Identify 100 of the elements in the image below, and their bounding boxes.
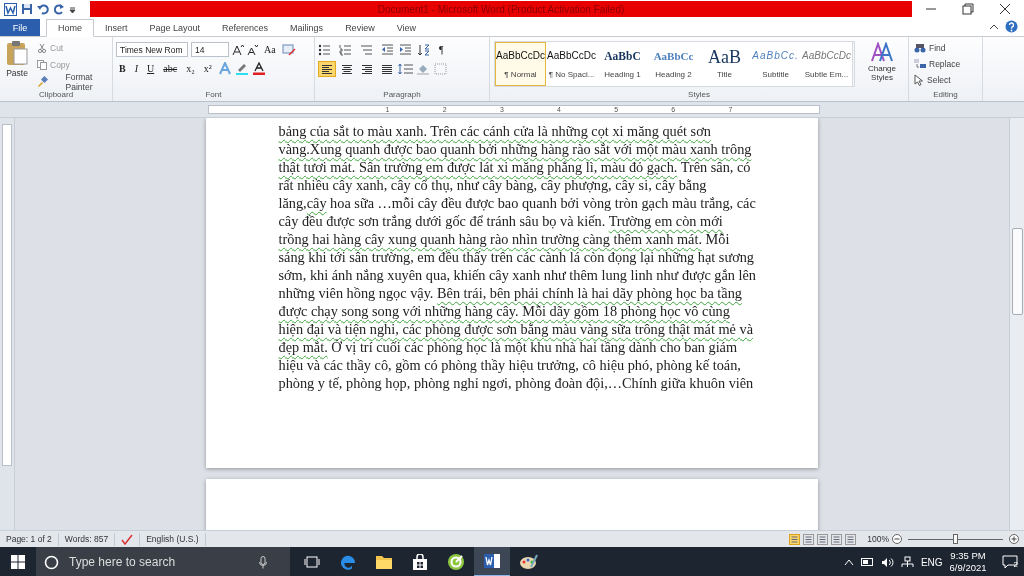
full-screen-icon[interactable] — [803, 533, 815, 545]
web-layout-icon[interactable] — [817, 533, 829, 545]
zoom-out-icon[interactable] — [892, 534, 902, 544]
ribbon-tab[interactable]: View — [385, 19, 427, 36]
ribbon-tab[interactable]: References — [211, 19, 280, 36]
style-option[interactable]: AaBbC Heading 1 — [597, 42, 648, 86]
group-label: Clipboard — [37, 90, 75, 101]
redo-icon[interactable] — [53, 3, 65, 15]
text-line: lăng,cây hoa sữa …mỗi cây đều được bao quanh bởi vòng tròn gạch màu trắng, các — [278, 194, 757, 212]
help-icon[interactable] — [1005, 20, 1018, 33]
change-styles-button[interactable]: Change Styles — [859, 42, 905, 90]
text-line: những viên hồng ngọc vậy. Bên trái, bên phải chính là hai dãy phòng học ba tầng — [278, 284, 743, 302]
alignment-icon — [341, 64, 353, 75]
edge-icon — [339, 553, 357, 571]
palette-icon — [518, 553, 538, 571]
style-option[interactable]: AaBbCc Heading 2 — [648, 42, 699, 86]
ribbon-tab[interactable]: Insert — [94, 19, 139, 36]
clock-date[interactable]: 6/9/2021 — [949, 562, 987, 574]
font-name-field[interactable]: Times New Rom — [116, 42, 188, 57]
increase-indent-icon[interactable] — [399, 43, 412, 56]
network-icon[interactable] — [900, 556, 914, 568]
text-line: đẹp mắt. Ở vị trí cuối các phòng học là một khu nhà hai tầng dành cho ban giám — [278, 338, 739, 356]
proofing-icon[interactable] — [121, 533, 134, 545]
ribbon-tab[interactable]: Review — [334, 19, 386, 36]
decrease-indent-icon[interactable] — [381, 43, 394, 56]
draft-icon[interactable] — [845, 533, 857, 545]
format-button[interactable]: U — [144, 61, 158, 76]
ribbon-tab[interactable]: Mailings — [279, 19, 335, 36]
change-case-button[interactable]: Aa — [261, 42, 279, 57]
font-size-field[interactable]: 14 — [191, 42, 229, 57]
style-option[interactable]: AaBbCcDc ¶ Normal — [495, 42, 546, 86]
align-button[interactable] — [318, 61, 336, 77]
font-color-icon[interactable] — [251, 62, 266, 75]
notification-icon[interactable] — [1001, 555, 1018, 569]
text-line: được chạy song song với những hàng cây. Mỗi dãy gồm 18 phòng học vô cùng — [278, 302, 731, 320]
notification-count: 2 — [1013, 560, 1018, 569]
speaker-icon[interactable] — [880, 556, 894, 568]
ribbon-tab[interactable]: File — [0, 19, 40, 36]
document-page[interactable] — [205, 118, 818, 468]
format-button[interactable]: abc — [160, 61, 181, 76]
close-icon[interactable] — [999, 3, 1012, 15]
circle-app-icon — [447, 553, 465, 571]
text-line: cây đều được sơn trắng dưới gốc để tránh sâu bọ và kiến. Trường em còn mới — [278, 212, 724, 230]
zoom-level[interactable]: 100% — [867, 534, 889, 544]
language-indicator[interactable]: English (U.S.) — [140, 532, 206, 546]
ribbon-tab[interactable]: Page Layout — [138, 19, 212, 36]
scissors-icon — [37, 42, 47, 53]
page-count[interactable]: Page: 1 of 2 — [0, 532, 59, 546]
input-language[interactable]: ENG — [920, 556, 943, 568]
editing-action[interactable]: Find — [912, 40, 979, 55]
search-input[interactable]: Type here to search — [67, 554, 251, 570]
format-button[interactable]: I — [131, 61, 141, 76]
editing-action[interactable]: Select — [912, 72, 979, 87]
save-icon[interactable] — [21, 3, 33, 15]
grow-font-icon[interactable] — [232, 43, 244, 56]
clear-formatting-icon[interactable] — [281, 43, 296, 56]
style-option[interactable]: AaBbCcDc Subtle Em... — [801, 42, 852, 86]
windows-start-icon[interactable] — [11, 555, 25, 569]
style-option[interactable]: AaB Title — [699, 42, 750, 86]
style-option[interactable]: AaBbCc. Subtitle — [750, 42, 801, 86]
format-button[interactable]: x² — [200, 61, 215, 76]
group-label: Paragraph — [382, 90, 422, 101]
editing-action[interactable]: Replace — [912, 56, 979, 71]
vertical-scrollbar[interactable] — [1009, 118, 1024, 530]
word-count[interactable]: Words: 857 — [58, 532, 116, 546]
print-layout-icon[interactable] — [789, 533, 801, 545]
outline-icon[interactable] — [831, 533, 843, 545]
binoculars-icon — [914, 42, 926, 53]
undo-icon[interactable] — [37, 3, 49, 15]
folder-icon — [375, 554, 393, 570]
chevron-up-icon[interactable] — [843, 558, 854, 566]
format-button[interactable]: B — [116, 61, 129, 76]
word-logo-icon[interactable] — [4, 2, 17, 16]
copy-icon — [37, 59, 47, 70]
clock-time[interactable]: 9:35 PM — [949, 550, 987, 562]
paste-button[interactable]: Paste — [3, 40, 31, 90]
format-button[interactable]: x₂ — [183, 61, 198, 76]
zoom-in-icon[interactable] — [1009, 534, 1019, 544]
battery-icon[interactable] — [860, 558, 874, 566]
shrink-font-icon[interactable] — [247, 43, 258, 56]
task-view-icon[interactable] — [304, 556, 320, 568]
style-option[interactable]: AaBbCcDc ¶ No Spaci... — [546, 42, 597, 86]
pointer-icon — [914, 73, 924, 86]
paintbrush-icon — [37, 76, 48, 87]
replace-icon — [914, 58, 926, 69]
restore-icon[interactable] — [962, 3, 974, 15]
show-formatting-button[interactable]: ¶ — [436, 42, 447, 57]
clipboard-action[interactable]: Format Painter — [35, 74, 109, 89]
taskbar-search-bar[interactable]: Type here to search — [36, 547, 290, 576]
text-line: phòng y tế, phòng họp, phòng nghỉ ngơi, phòng đoàn đội,…Chính giữa khuôn viên — [278, 374, 755, 392]
group-label: Editing — [932, 90, 959, 101]
highlight-icon[interactable] — [234, 62, 249, 75]
ribbon-tab[interactable]: Home — [46, 19, 94, 37]
alignment-icon — [381, 64, 393, 75]
taskbar-app[interactable] — [474, 547, 510, 576]
sort-icon[interactable] — [417, 43, 431, 56]
text-line: hiệu và các thầy cô, gồm có phòng thầy hiệu trưởng, cô hiệu phó, phòng kế toán, — [278, 356, 742, 374]
microphone-icon[interactable] — [259, 555, 267, 569]
slider-thumb[interactable] — [952, 533, 958, 544]
clipboard-icon — [6, 40, 28, 66]
